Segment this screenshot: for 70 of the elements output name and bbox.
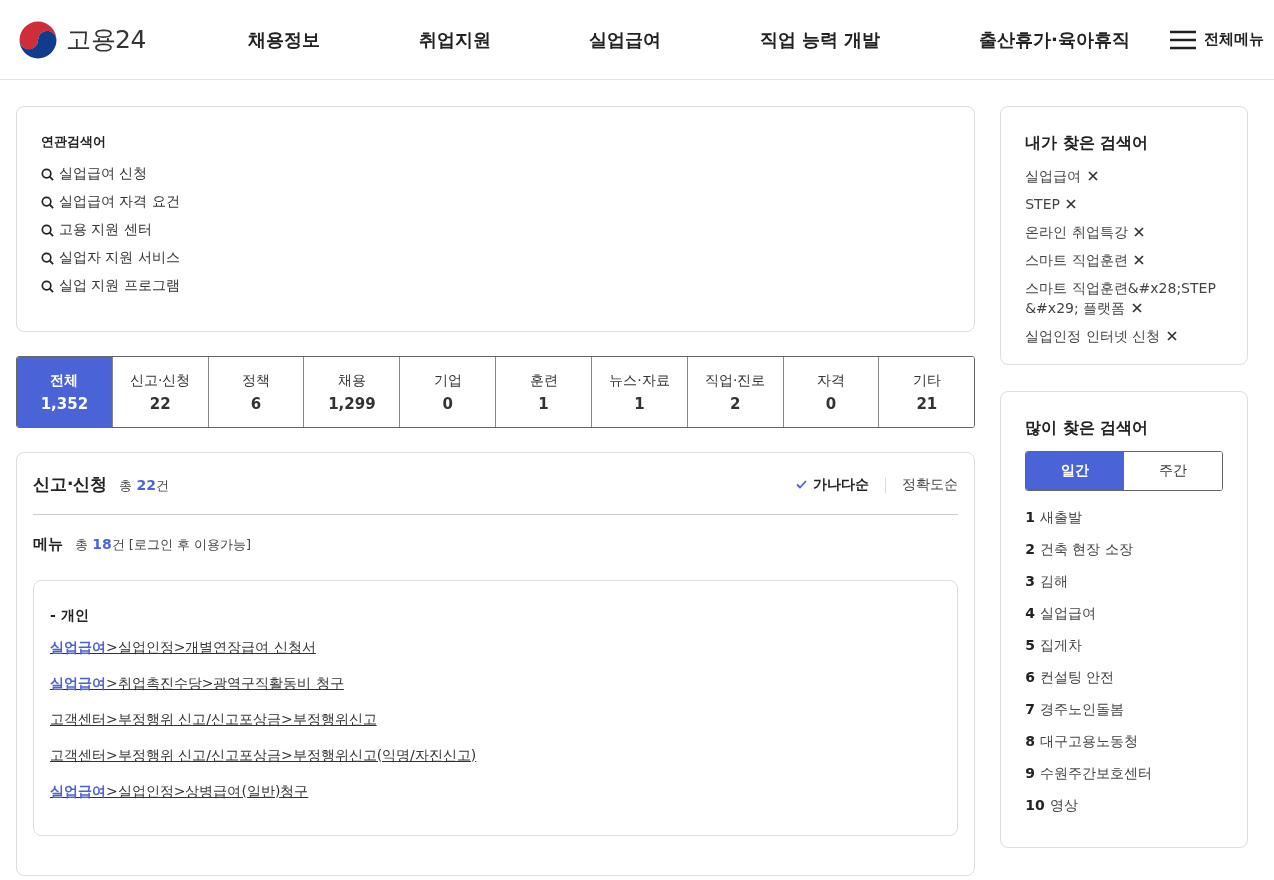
menu-path-link[interactable]: 실업급여>실업인정>개별연장급여 신청서 xyxy=(50,639,316,655)
recent-search-link[interactable]: 스마트 직업훈련 xyxy=(1025,250,1223,270)
popular-search-link[interactable]: 영상 xyxy=(1049,797,1078,829)
panel-title: 내가 찾은 검색어 xyxy=(1025,133,1150,154)
menu-path-link[interactable]: 실업급여>실업인정>상병급여(일반)청구 xyxy=(50,783,309,799)
nav-link[interactable]: 실업급여 xyxy=(589,27,662,52)
nav-link[interactable]: 출산휴가·육아휴직 xyxy=(979,27,1130,52)
recent-search-link[interactable]: 온라인 취업특강 xyxy=(1025,222,1223,242)
rank-number: 6 xyxy=(1025,669,1035,687)
recent-search-link[interactable]: STEP xyxy=(1025,194,1223,214)
search-icon xyxy=(41,279,54,293)
rank-number: 2 xyxy=(1025,541,1035,559)
panel-title: 연관검색어 xyxy=(41,133,107,151)
popular-search-link[interactable]: 실업급여 xyxy=(1039,605,1096,637)
recent-search-link[interactable]: 스마트 직업훈련&#x28;STEP &#x29; 플랫폼 xyxy=(1025,278,1223,318)
section-title: 신고·신청 xyxy=(33,474,108,494)
nav-link[interactable]: 취업지원 xyxy=(418,27,491,52)
popular-search-link[interactable]: 집게차 xyxy=(1039,637,1082,669)
full-menu-button[interactable]: 전체메뉴 xyxy=(1170,29,1264,50)
sort-option[interactable]: 정확도순 xyxy=(902,475,959,494)
close-icon xyxy=(1134,227,1145,237)
close-icon xyxy=(1134,255,1145,265)
nav-link[interactable]: 채용정보 xyxy=(248,27,320,52)
menu-icon xyxy=(1170,29,1196,50)
category-tab[interactable]: 전체 1,352 xyxy=(17,357,112,427)
close-icon xyxy=(1066,199,1077,209)
search-icon xyxy=(41,195,54,209)
related-search-link[interactable]: 실업급여 자격 요건 xyxy=(41,193,180,211)
popular-search-link[interactable]: 대구고용노동청 xyxy=(1039,733,1138,765)
rank-number: 8 xyxy=(1025,733,1035,751)
rank-number: 10 xyxy=(1025,797,1045,815)
rank-number: 7 xyxy=(1025,701,1035,719)
menu-path-link[interactable]: 고객센터>부정행위 신고/신고포상금>부정행위신고(익명/자진신고) xyxy=(50,747,477,763)
related-search-link[interactable]: 고용 지원 센터 xyxy=(41,221,152,239)
popular-search-link[interactable]: 경주노인돌봄 xyxy=(1039,701,1124,733)
related-search-link[interactable]: 실업자 지원 서비스 xyxy=(41,249,180,267)
rank-number: 3 xyxy=(1025,573,1035,591)
popular-search-link[interactable]: 새출발 xyxy=(1039,509,1082,541)
period-tab[interactable]: 일간 xyxy=(1026,452,1125,490)
rank-number: 4 xyxy=(1025,605,1035,623)
close-icon xyxy=(1131,303,1142,313)
menu-path-link[interactable]: 실업급여>취업촉진수당>광역구직활동비 청구 xyxy=(50,675,344,691)
category-tab[interactable]: 기타 21 xyxy=(878,357,975,427)
sort-option[interactable]: 가나다순 xyxy=(796,475,870,494)
related-search-link[interactable]: 실업급여 신청 xyxy=(41,165,148,183)
check-icon xyxy=(796,480,808,489)
rank-number: 1 xyxy=(1025,509,1035,527)
popular-search-link[interactable]: 수원주간보호센터 xyxy=(1039,765,1152,797)
popular-search-link[interactable]: 건축 현장 소장 xyxy=(1039,541,1133,573)
rank-number: 5 xyxy=(1025,637,1035,655)
result-count: 총 22건 xyxy=(119,478,170,493)
search-icon xyxy=(41,167,54,181)
emblem-icon[interactable] xyxy=(18,19,58,60)
nav-link[interactable]: 직업 능력 개발 xyxy=(759,27,881,52)
menu-path-link[interactable]: 고객센터>부정행위 신고/신고포상금>부정행위신고 xyxy=(50,711,377,727)
related-search-link[interactable]: 실업 지원 프로그램 xyxy=(41,277,180,295)
search-icon xyxy=(41,223,54,237)
rank-number: 9 xyxy=(1025,765,1035,783)
search-icon xyxy=(41,251,54,265)
group-label: - 개인 xyxy=(50,607,90,625)
popular-search-link[interactable]: 김해 xyxy=(1039,573,1068,605)
close-icon xyxy=(1166,331,1177,341)
popular-search-link[interactable]: 컨설팅 안전 xyxy=(1039,669,1115,701)
recent-search-link[interactable]: 실업인정 인터넷 신청 xyxy=(1025,326,1223,346)
close-icon xyxy=(1087,171,1098,181)
result-count: 총 18건 [로그인 후 이용가능] xyxy=(75,536,252,554)
recent-search-link[interactable]: 실업급여 xyxy=(1025,166,1223,186)
site-logo[interactable]: 고용24 xyxy=(66,23,146,56)
panel-title: 많이 찾은 검색어 xyxy=(1025,418,1150,439)
subsection-title: 메뉴 xyxy=(33,535,63,554)
